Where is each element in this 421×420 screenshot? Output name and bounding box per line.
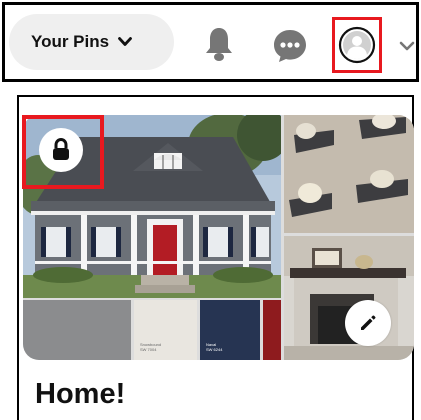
lock-badge bbox=[39, 128, 83, 172]
swatch-gray bbox=[23, 300, 131, 360]
swatch-snowbound: Snowbound SW 7004 bbox=[134, 300, 197, 360]
your-pins-label: Your Pins bbox=[31, 32, 110, 51]
notifications-bell-icon[interactable] bbox=[201, 24, 237, 64]
lock-icon bbox=[53, 138, 69, 160]
edit-board-button[interactable] bbox=[345, 300, 391, 346]
profile-avatar-icon bbox=[338, 26, 376, 64]
swatch-naval: Naval SW 6244 bbox=[200, 300, 260, 360]
shelf-decor-image bbox=[284, 115, 414, 233]
your-pins-button[interactable]: Your Pins bbox=[9, 14, 174, 70]
swatch-naval-code: SW 6244 bbox=[206, 347, 223, 352]
pencil-icon bbox=[361, 315, 376, 330]
swatch-snowbound-code: SW 7004 bbox=[140, 347, 157, 352]
top-navigation-bar: Your Pins bbox=[2, 2, 419, 82]
profile-button[interactable] bbox=[332, 17, 382, 73]
fireplace-image bbox=[284, 236, 414, 360]
messages-icon[interactable] bbox=[270, 26, 310, 66]
secret-board-badge bbox=[22, 115, 104, 189]
swatch-red bbox=[263, 300, 281, 360]
chevron-down-icon bbox=[118, 32, 132, 52]
board-title[interactable]: Home! bbox=[35, 378, 125, 411]
account-chevron-icon[interactable] bbox=[397, 36, 417, 56]
paint-swatches: Snowbound SW 7004 Naval SW 6244 bbox=[23, 300, 281, 360]
